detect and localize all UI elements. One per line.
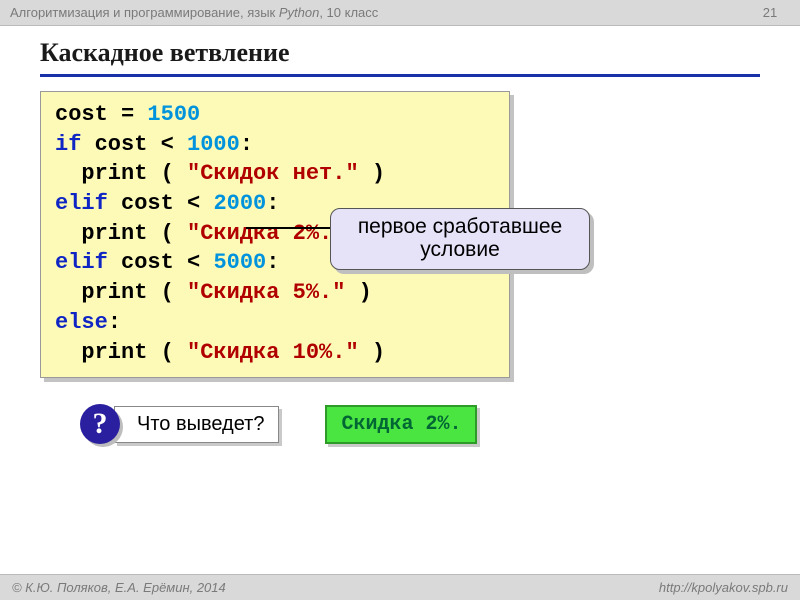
code-text: :	[108, 310, 121, 335]
code-text: print (	[55, 161, 187, 186]
code-text: cost <	[108, 250, 214, 275]
code-text: )	[359, 340, 385, 365]
course-lang: Python	[279, 5, 319, 20]
footer-url: http://kpolyakov.spb.ru	[659, 580, 788, 595]
code-text: print (	[55, 340, 187, 365]
course-title: Алгоритмизация и программирование, язык …	[10, 5, 750, 20]
code-number: 1000	[187, 132, 240, 157]
code-keyword: elif	[55, 191, 108, 216]
callout-line1: первое сработавшее	[341, 215, 579, 238]
callout-connector	[246, 227, 331, 229]
code-text: :	[266, 250, 279, 275]
code-text: )	[345, 280, 371, 305]
title-rule	[40, 74, 760, 77]
code-number: 5000	[213, 250, 266, 275]
question-row: ? Что выведет? Скидка 2%.	[80, 404, 760, 444]
course-prefix: Алгоритмизация и программирование, язык	[10, 5, 279, 20]
code-keyword: elif	[55, 250, 108, 275]
code-text: cost <	[81, 132, 187, 157]
course-suffix: , 10 класс	[319, 5, 378, 20]
code-string: "Скидка 5%."	[187, 280, 345, 305]
code-number: 2000	[213, 191, 266, 216]
code-string: "Скидка 2%."	[187, 221, 345, 246]
question-mark-icon: ?	[80, 404, 120, 444]
code-string: "Скидка 10%."	[187, 340, 359, 365]
question-text-box: Что выведет?	[114, 406, 279, 443]
footer-bar: © К.Ю. Поляков, Е.А. Ерёмин, 2014 http:/…	[0, 574, 800, 600]
code-text: )	[359, 161, 385, 186]
code-number: 1500	[147, 102, 200, 127]
code-text: :	[240, 132, 253, 157]
callout-line2: условие	[341, 238, 579, 261]
slide-area: Каскадное ветвление cost = 1500 if cost …	[0, 26, 800, 574]
slide-title: Каскадное ветвление	[40, 36, 760, 74]
code-text: cost =	[55, 102, 147, 127]
code-text: print (	[55, 280, 187, 305]
footer-authors: © К.Ю. Поляков, Е.А. Ерёмин, 2014	[12, 580, 226, 595]
code-text: print (	[55, 221, 187, 246]
code-text: :	[266, 191, 279, 216]
code-string: "Скидок нет."	[187, 161, 359, 186]
code-keyword: else	[55, 310, 108, 335]
page-number: 21	[750, 5, 790, 20]
code-keyword: if	[55, 132, 81, 157]
callout-box: первое сработавшее условие	[330, 208, 590, 270]
answer-box: Скидка 2%.	[325, 405, 477, 444]
code-text: cost <	[108, 191, 214, 216]
header-bar: Алгоритмизация и программирование, язык …	[0, 0, 800, 26]
